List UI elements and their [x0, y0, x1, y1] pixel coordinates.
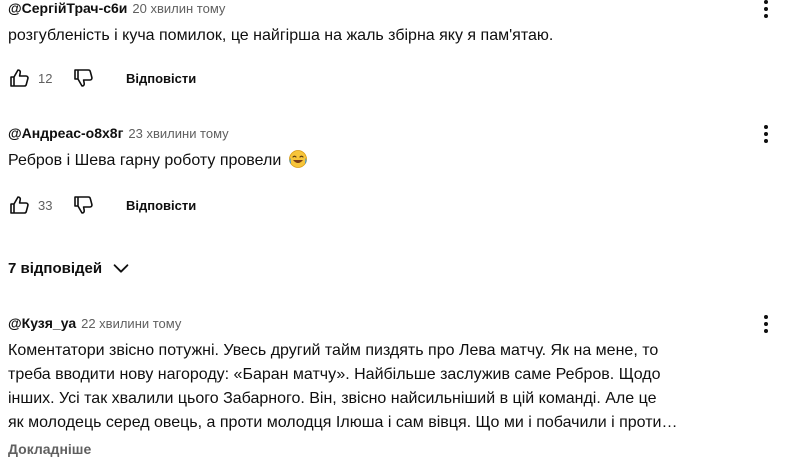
comment-menu-button[interactable] [754, 122, 778, 146]
comment-header: @СергійТрач-с6и 20 хвилин тому [8, 0, 800, 20]
comment-text-line: інших. Усі так хвалили цього Забарного. … [8, 390, 657, 407]
reply-button[interactable]: Відповісти [126, 71, 196, 86]
face-with-tears-of-joy-icon [288, 150, 307, 168]
dislike-button[interactable] [72, 66, 96, 90]
comment: @Андреас-о8х8г 23 хвилини тому Ребров і … [8, 125, 800, 225]
comment-header: @Кузя_уа 22 хвилини тому [8, 315, 800, 335]
read-more-link[interactable]: Докладніше [8, 441, 800, 457]
replies-count-label: 7 відповідей [8, 259, 103, 277]
like-button[interactable] [8, 66, 32, 90]
comment-author[interactable]: @Кузя_уа [8, 315, 76, 331]
like-button[interactable] [8, 193, 32, 217]
dislike-button[interactable] [72, 193, 96, 217]
more-vertical-icon [764, 0, 768, 18]
thumbs-down-icon [74, 196, 93, 214]
reply-button[interactable]: Відповісти [126, 198, 196, 213]
comment-text-line: Коментатори звісно потужні. Увесь другий… [8, 342, 659, 359]
comment-text-line: як молодець серед овець, а проти молодця… [8, 414, 678, 431]
thumbs-down-icon [74, 69, 93, 87]
comment-menu-button[interactable] [754, 0, 778, 21]
like-count: 12 [38, 70, 53, 86]
comment: @СергійТрач-с6и 20 хвилин тому розгублен… [8, 0, 800, 100]
comment-actions: 33 Відповісти [8, 193, 196, 217]
more-vertical-icon [764, 315, 768, 333]
thumbs-up-icon [10, 69, 29, 87]
comment-text-line: треба вводити нову нагороду: «Баран матч… [8, 366, 661, 383]
more-vertical-icon [764, 125, 768, 143]
comment-time[interactable]: 22 хвилини тому [81, 316, 181, 331]
comment-text-content: Ребров і Шева гарну роботу провели [8, 152, 282, 169]
comment-header: @Андреас-о8х8г 23 хвилини тому [8, 125, 800, 145]
comment-time[interactable]: 23 хвилини тому [128, 126, 228, 141]
comment-actions: 12 Відповісти [8, 66, 196, 90]
comment-time[interactable]: 20 хвилин тому [132, 1, 225, 16]
replies-toggle-button[interactable]: 7 відповідей [8, 257, 132, 279]
chevron-down-icon [113, 264, 129, 273]
comment-text: розгубленість і куча помилок, це найгірш… [8, 27, 554, 44]
thumbs-up-icon [10, 196, 29, 214]
comment-menu-button[interactable] [754, 312, 778, 336]
comment-author[interactable]: @СергійТрач-с6и [8, 0, 127, 16]
comment: @Кузя_уа 22 хвилини тому Коментатори зві… [8, 315, 800, 475]
comment-author[interactable]: @Андреас-о8х8г [8, 125, 123, 141]
like-count: 33 [38, 197, 53, 213]
comment-text: Коментатори звісно потужні. Увесь другий… [8, 339, 800, 435]
comment-text: Ребров і Шева гарну роботу провели [8, 149, 800, 173]
